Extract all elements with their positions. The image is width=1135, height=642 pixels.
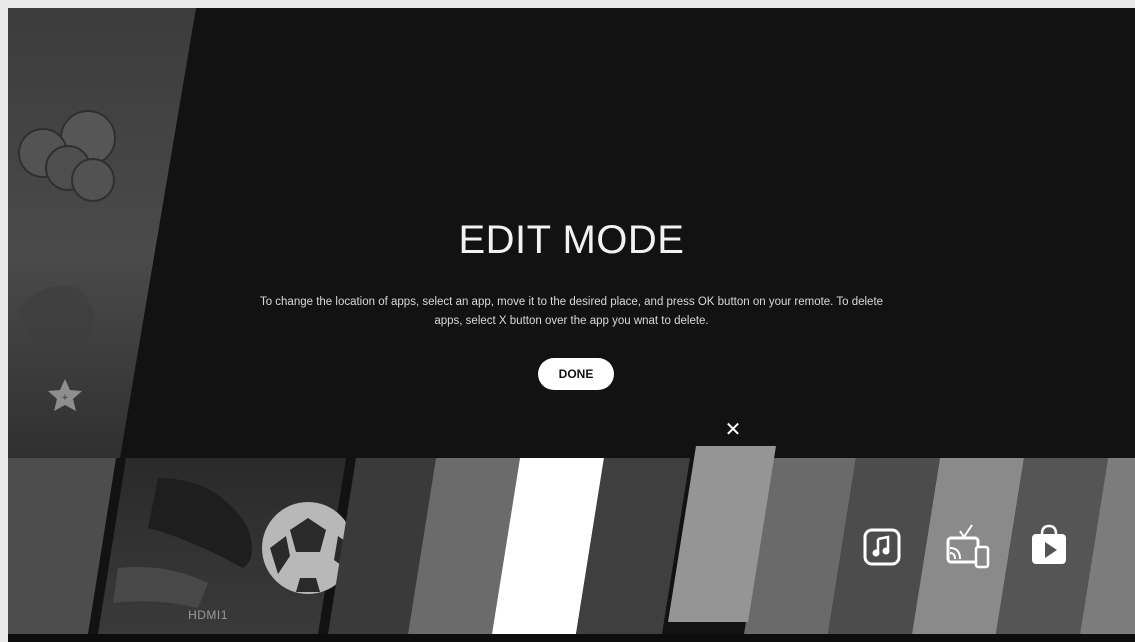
launcher-tile-1[interactable] bbox=[8, 458, 116, 634]
edit-mode-title: EDIT MODE bbox=[458, 218, 685, 262]
close-icon[interactable]: ✕ bbox=[720, 416, 746, 442]
edit-mode-description: To change the location of apps, select a… bbox=[259, 296, 884, 327]
hdmi-input-label: HDMI1 bbox=[188, 608, 228, 622]
done-button[interactable]: DONE bbox=[538, 358, 614, 390]
svg-text:+: + bbox=[61, 393, 69, 403]
bottom-edge bbox=[8, 634, 1135, 642]
launcher-bar bbox=[8, 446, 1135, 634]
tv-screen: + EDIT MODE To change the location of ap… bbox=[8, 8, 1135, 642]
